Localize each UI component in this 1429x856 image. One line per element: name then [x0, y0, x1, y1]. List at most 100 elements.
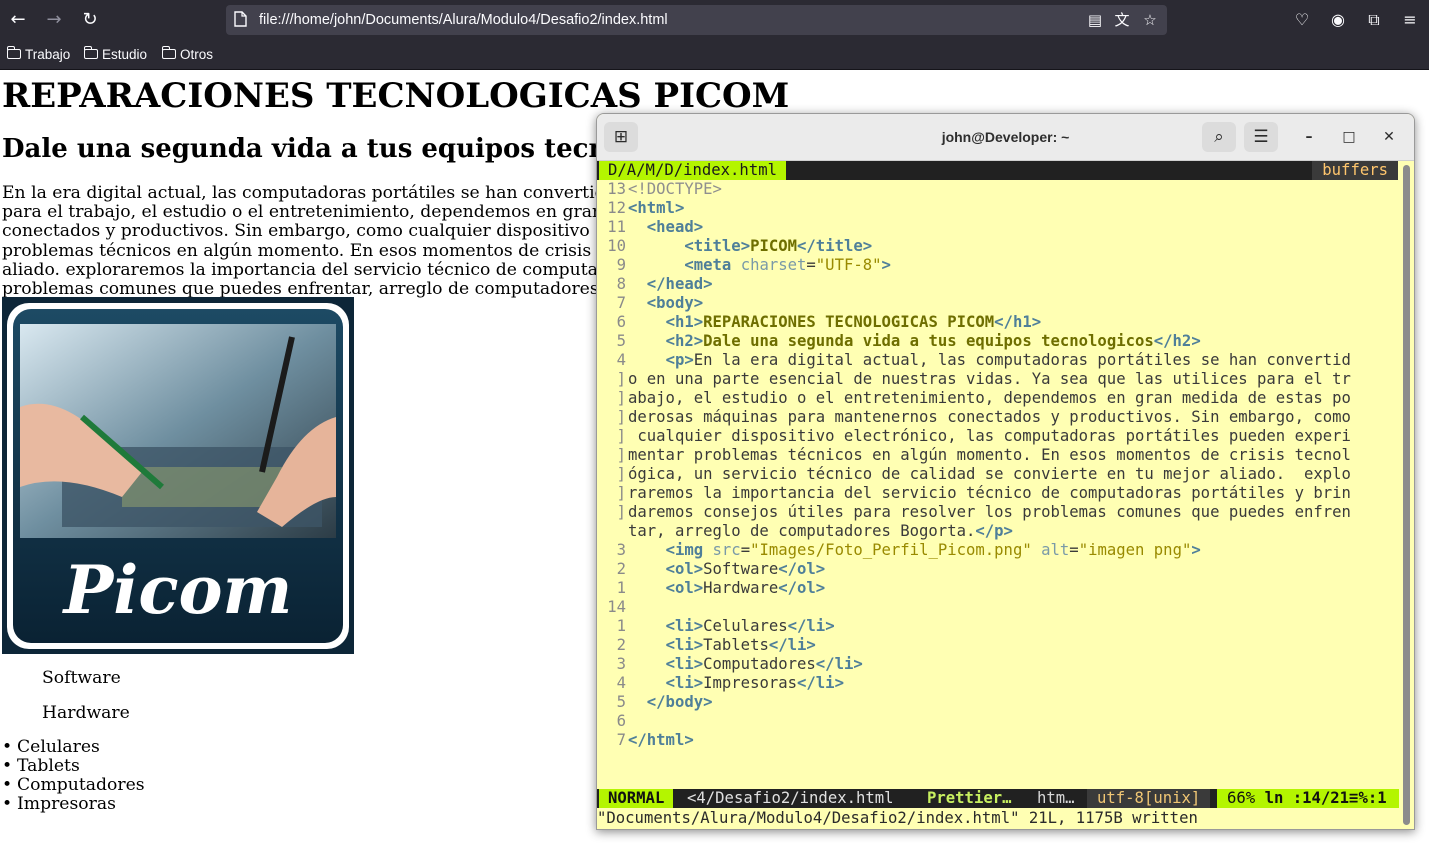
list-item: Impresoras: [0, 795, 145, 814]
vim-line-number: 4: [616, 674, 626, 692]
vim-line-number: 3: [616, 655, 626, 673]
bookmark-folder-otros[interactable]: Otros: [161, 45, 214, 63]
bookmark-star-icon[interactable]: ☆: [1140, 10, 1160, 30]
vim-status-file: <4/Desafio2/index.html: [687, 789, 894, 807]
vim-line-number: 6: [616, 313, 626, 331]
vim-line-number: 1: [616, 579, 626, 597]
forward-icon[interactable]: →: [42, 8, 66, 32]
vim-code-line: 5 <h2>Dale una segunda vida a tus equipo…: [597, 332, 1201, 351]
vim-code-line: 4 <p>En la era digital actual, las compu…: [597, 351, 1351, 370]
vim-line-code: <li>Celulares</li>: [665, 617, 835, 635]
new-tab-icon[interactable]: ⊞: [604, 122, 638, 152]
terminal-window[interactable]: john@Developer: ~ ⊞ ⌕ ☰ – □ ✕ D/A/M/D/in…: [596, 113, 1415, 830]
minimize-icon[interactable]: –: [1299, 127, 1319, 147]
vim-code-line: 11 <head>: [597, 218, 703, 237]
vim-line-number: 4: [616, 351, 626, 369]
search-icon[interactable]: ⌕: [1202, 122, 1236, 152]
bookmark-label: Trabajo: [25, 46, 71, 62]
ordered-list-hardware: Hardware: [42, 703, 130, 723]
terminal-title: john@Developer: ~: [941, 129, 1070, 145]
hamburger-menu-icon[interactable]: ☰: [1244, 122, 1278, 152]
vim-line-number: 14: [607, 598, 626, 616]
bookmark-label: Estudio: [102, 46, 148, 62]
vim-line-code: derosas máquinas para mantenernos conect…: [628, 408, 1351, 426]
vim-line-number: ]: [616, 446, 626, 464]
list-item: Tablets: [0, 757, 145, 776]
vim-statusline: NORMAL <4/Desafio2/index.html Prettier… …: [597, 789, 1407, 808]
vim-line-code: mentar problemas técnicos en algún momen…: [628, 446, 1351, 464]
vim-code-line: 6: [597, 712, 628, 731]
maximize-icon[interactable]: □: [1339, 127, 1359, 147]
vim-editor[interactable]: D/A/M/D/index.html buffers 13 <!DOCTYPE> 1…: [597, 161, 1407, 829]
vim-command-line[interactable]: "Documents/Alura/Modulo4/Desafio2/index.…: [597, 809, 1397, 828]
scrollbar-thumb[interactable]: [1403, 165, 1410, 825]
vim-code-line: 13 <!DOCTYPE>: [597, 180, 722, 199]
folder-icon: [6, 46, 21, 59]
translate-icon[interactable]: 文: [1112, 10, 1132, 30]
vim-code-line: 7 </html>: [597, 731, 694, 750]
logo-text: Picom: [62, 551, 293, 629]
menu-icon[interactable]: ≡: [1399, 9, 1421, 31]
reload-icon[interactable]: ↻: [78, 8, 102, 32]
vim-code-line: 7 <body>: [597, 294, 704, 313]
vim-status-encoding: utf-8[unix]: [1087, 789, 1211, 808]
vim-line-code: <meta charset="UTF-8">: [684, 256, 891, 274]
vim-line-number: ]: [616, 427, 626, 445]
vim-line-number: 8: [616, 275, 626, 293]
vim-code-line: ] cualquier dispositivo electrónico, las…: [597, 427, 1351, 446]
vim-code-line: 12 <html>: [597, 199, 684, 218]
vim-line-number: 10: [607, 237, 626, 255]
terminal-titlebar[interactable]: john@Developer: ~ ⊞ ⌕ ☰ – □ ✕: [597, 114, 1414, 161]
vim-code-line: 14: [597, 598, 628, 617]
folder-icon: [161, 46, 176, 59]
pocket-icon[interactable]: ♡: [1291, 9, 1313, 31]
vim-code-line: 2 <ol>Software</ol>: [597, 560, 826, 579]
vim-status-cursor: ln :14/21≡%:1: [1264, 789, 1387, 807]
bookmark-folder-trabajo[interactable]: Trabajo: [6, 45, 71, 63]
vim-code-line: ] mentar problemas técnicos en algún mome…: [597, 446, 1351, 465]
vim-line-code: <head>: [646, 218, 704, 236]
vim-line-code: </body>: [646, 693, 713, 711]
vim-line-code: <ol>Hardware</ol>: [665, 579, 826, 597]
vim-line-code: tar, arreglo de computadores Bogorta.</p…: [628, 522, 1013, 540]
vim-code-line: 1 <li>Celulares</li>: [597, 617, 835, 636]
vim-line-code: ógica, un servicio técnico de calidad se…: [628, 465, 1351, 483]
vim-line-code: <li>Impresoras</li>: [665, 674, 844, 692]
vim-line-number: 1: [616, 617, 626, 635]
vim-code-line: ] derosas máquinas para mantenernos conec…: [597, 408, 1351, 427]
bookmark-label: Otros: [180, 46, 214, 62]
page-icon: [234, 11, 247, 27]
bookmark-folder-estudio[interactable]: Estudio: [83, 45, 148, 63]
url-bar[interactable]: file:///home/john/Documents/Alura/Modulo…: [226, 5, 1167, 35]
vim-line-number: ]: [616, 408, 626, 426]
back-icon[interactable]: ←: [6, 8, 30, 32]
url-text[interactable]: file:///home/john/Documents/Alura/Modulo…: [259, 5, 668, 35]
reader-view-icon[interactable]: ▤: [1085, 10, 1105, 30]
vim-line-code: <li>Computadores</li>: [665, 655, 863, 673]
vim-line-code: abajo, el estudio o el entretenimiento, …: [628, 389, 1351, 407]
vim-line-number: 11: [607, 218, 626, 236]
vim-line-code: </html>: [628, 731, 694, 749]
bullet-list: Celulares Tablets Computadores Impresora…: [0, 738, 145, 814]
vim-tabline: D/A/M/D/index.html buffers: [597, 161, 1398, 180]
folder-icon: [83, 46, 98, 59]
extensions-icon[interactable]: ⧉: [1363, 9, 1385, 31]
close-icon[interactable]: ✕: [1379, 127, 1399, 147]
vim-code-line: 3 <li>Computadores</li>: [597, 655, 863, 674]
vim-line-number: 5: [616, 693, 626, 711]
vim-line-code: <ol>Software</ol>: [665, 560, 826, 578]
vim-line-code: raremos la importancia del servicio técn…: [628, 484, 1351, 502]
vim-code-line: ] o en una parte esencial de nuestras vid…: [597, 370, 1351, 389]
account-icon[interactable]: ◉: [1327, 9, 1349, 31]
vim-line-code: </head>: [646, 275, 713, 293]
vim-line-code: daremos consejos útiles para resolver lo…: [628, 503, 1351, 521]
vim-line-number: 2: [616, 560, 626, 578]
vim-code-line: 6 <h1>REPARACIONES TECNOLOGICAS PICOM</h…: [597, 313, 1042, 332]
vim-tab-current[interactable]: D/A/M/D/index.html: [599, 161, 786, 180]
vim-code-line: ] abajo, el estudio o el entretenimiento,…: [597, 389, 1351, 408]
vim-code-line: ] ógica, un servicio técnico de calidad s…: [597, 465, 1351, 484]
vim-line-code: <li>Tablets</li>: [665, 636, 816, 654]
terminal-scrollbar[interactable]: [1399, 161, 1414, 829]
vim-code-line: 3 <img src="Images/Foto_Perfil_Picom.png…: [597, 541, 1201, 560]
ordered-list-software: Software: [42, 668, 121, 688]
